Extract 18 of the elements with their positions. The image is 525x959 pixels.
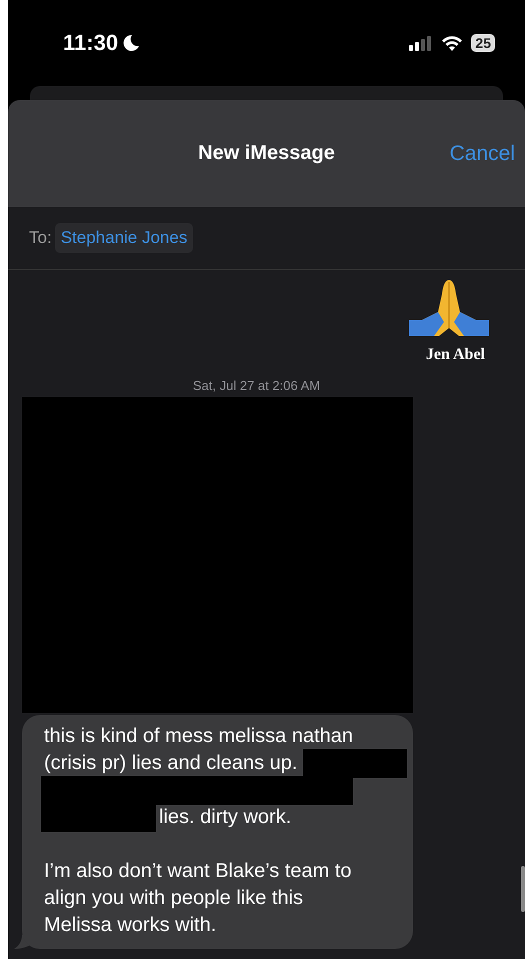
message-text: align you with people like this [44, 886, 304, 911]
moon-icon [122, 34, 140, 52]
message-text: (crisis pr) lies and cleans up. [44, 751, 298, 776]
message-text: Melissa works with. [44, 913, 216, 938]
message-text: lies. dirty work. [159, 805, 292, 830]
message-timestamp: Sat, Jul 27 at 2:06 AM [192, 378, 322, 393]
cancel-button[interactable]: Cancel [446, 138, 519, 170]
wifi-icon [441, 35, 464, 51]
message-text: I’m also don’t want Blake’s team to [44, 859, 352, 884]
to-label: To: [29, 228, 52, 248]
signal-icon [409, 35, 434, 51]
contact-name-caption: Jen Abel [426, 346, 485, 364]
scroll-indicator [521, 866, 525, 912]
battery-indicator: 25 [471, 34, 495, 52]
message-text: this is kind of mess melissa nathan [44, 724, 354, 749]
sheet-title: New iMessage [198, 142, 335, 165]
status-time: 11:30 [63, 30, 118, 56]
recipient-chip[interactable]: Stephanie Jones [54, 223, 194, 253]
